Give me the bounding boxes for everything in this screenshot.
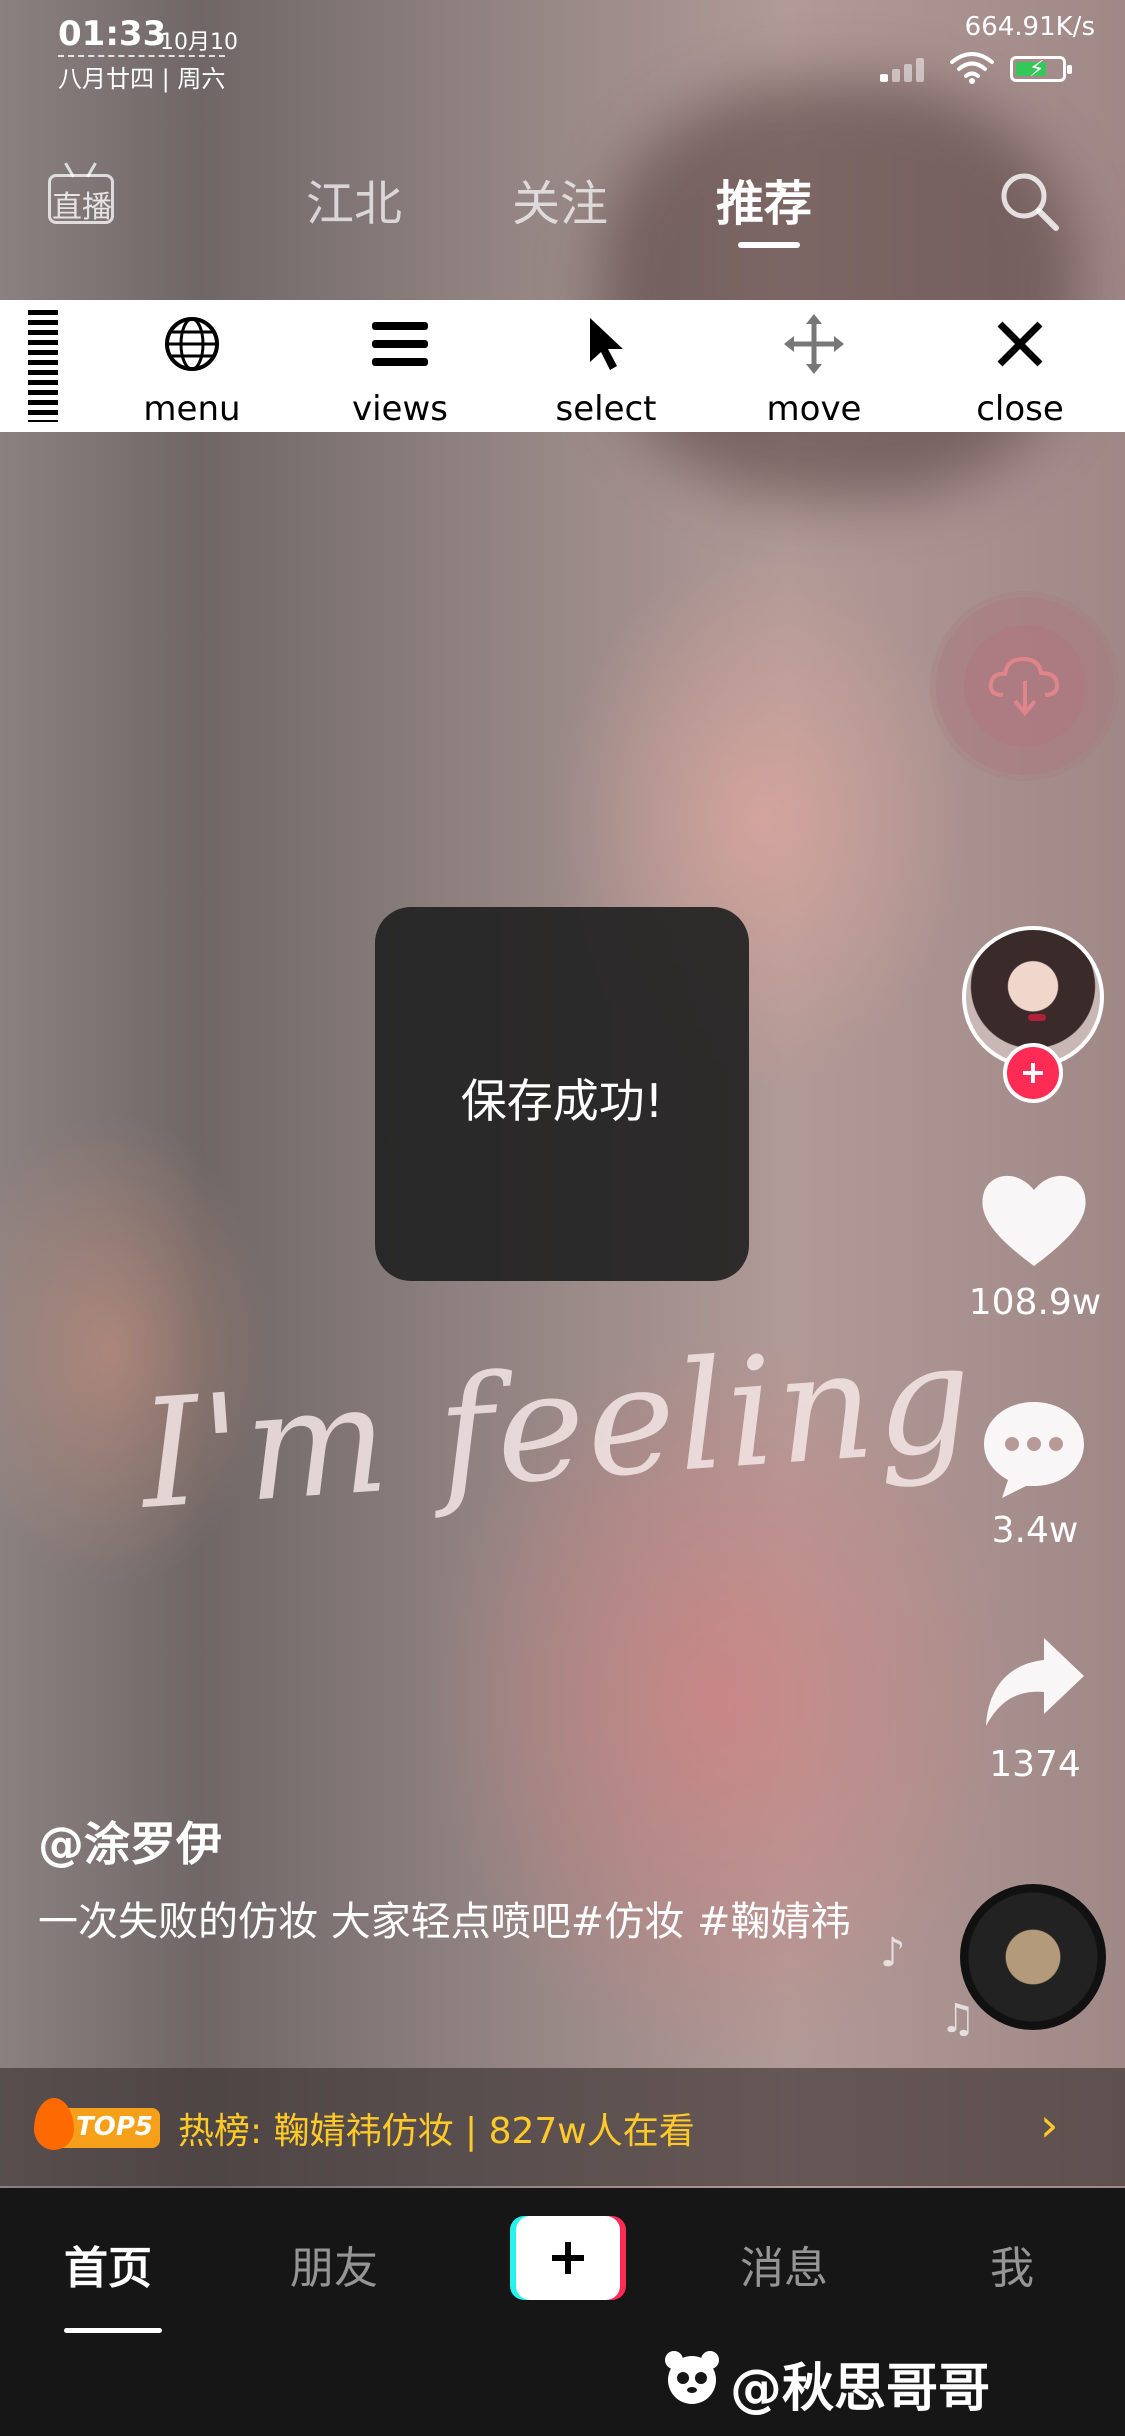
nav-home[interactable]: 首页 (64, 2232, 152, 2296)
nav-me[interactable]: 我 (990, 2232, 1034, 2296)
select-button[interactable]: select (536, 300, 676, 432)
status-date: 10月10 (160, 30, 238, 55)
close-label: close (976, 389, 1064, 429)
wifi-icon (950, 52, 994, 84)
author-name[interactable]: @涂罗伊 (38, 1808, 222, 1874)
top-nav: 直播 江北 关注 推荐 (0, 150, 1125, 260)
cloud-download-icon (988, 656, 1060, 717)
active-tab-indicator (738, 242, 800, 248)
select-label: select (555, 389, 657, 429)
search-icon[interactable] (996, 168, 1062, 234)
live-button[interactable]: 直播 (48, 162, 118, 228)
save-success-toast: 保存成功! (375, 907, 749, 1281)
hamburger-icon (372, 322, 428, 366)
status-lunar-date: 八月廿四 | 周六 (58, 55, 226, 94)
cursor-icon (590, 318, 623, 370)
watermark-text: @秋思哥哥 (730, 2359, 991, 2419)
views-button[interactable]: views (330, 300, 470, 432)
move-label: move (766, 389, 862, 429)
move-arrows-icon (784, 314, 844, 374)
live-label: 直播 (52, 190, 112, 225)
plus-icon (516, 2216, 620, 2300)
views-label: views (351, 389, 448, 429)
heart-icon[interactable] (978, 1168, 1090, 1272)
menu-label: menu (143, 389, 241, 429)
comment-icon[interactable] (978, 1396, 1090, 1500)
nav-active-indicator (64, 2328, 162, 2333)
like-count: 108.9w (968, 1282, 1102, 1323)
toast-message: 保存成功! (460, 1074, 664, 1128)
network-speed: 664.91K/s (964, 12, 1095, 42)
status-time: 01:33 (58, 14, 167, 54)
nav-friends[interactable]: 朋友 (290, 2232, 378, 2296)
globe-icon (165, 317, 219, 371)
overlay-toolbar: menu views select move close (0, 300, 1125, 432)
tab-following[interactable]: 关注 (512, 164, 608, 234)
video-blur-shape (600, 80, 1080, 500)
top5-badge: TOP5 (34, 2098, 160, 2150)
create-post-button[interactable] (498, 2216, 626, 2300)
music-disc[interactable] (960, 1884, 1106, 2030)
chevron-right-icon: › (1040, 2098, 1059, 2152)
music-note-icon: ♫ (940, 1996, 976, 2042)
comment-count: 3.4w (991, 1510, 1079, 1551)
flame-icon (34, 2098, 74, 2150)
close-button[interactable]: close (950, 300, 1090, 432)
signal-icon (880, 58, 936, 82)
follow-button[interactable] (1003, 1043, 1063, 1103)
tab-recommended[interactable]: 推荐 (716, 164, 812, 234)
drag-handle[interactable] (28, 310, 58, 422)
music-note-icon: ♪ (880, 1930, 906, 1976)
download-button[interactable] (936, 597, 1114, 775)
video-description[interactable]: 一次失败的仿妆 大家轻点喷吧#仿妆 #鞠婧祎 (38, 1892, 858, 1952)
status-bar: 01:33 10月10 八月廿四 | 周六 664.91K/s ⚡ (0, 0, 1125, 93)
close-icon (997, 321, 1043, 367)
hot-list-bar[interactable]: TOP5 热榜: 鞠婧祎仿妆 | 827w人在看 › (0, 2068, 1125, 2186)
panda-logo-icon (665, 2351, 719, 2404)
watermark: @秋思哥哥 (665, 2346, 991, 2421)
nav-messages[interactable]: 消息 (740, 2232, 828, 2296)
share-count: 1374 (989, 1744, 1081, 1785)
share-icon[interactable] (978, 1630, 1090, 1734)
tab-jiangbei[interactable]: 江北 (306, 164, 402, 234)
hot-list-text: 热榜: 鞠婧祎仿妆 | 827w人在看 (178, 2111, 695, 2152)
battery-charging-icon: ⚡ (1010, 56, 1072, 82)
move-button[interactable]: move (744, 300, 884, 432)
menu-button[interactable]: menu (122, 300, 262, 432)
